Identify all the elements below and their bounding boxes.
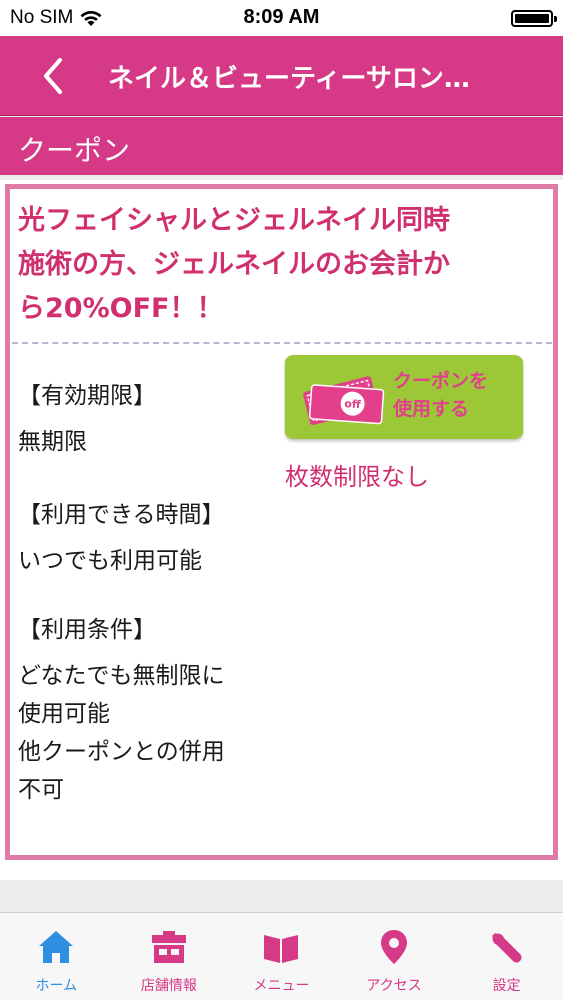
ticket-icon: off	[303, 376, 385, 425]
tab-bar: ホーム 店舗情報 メニュー アクセス 設定	[0, 912, 563, 1000]
conditions-block: 【利用条件】 どなたでも無制限に 使用可能 他クーポンとの併用 不可	[18, 611, 288, 809]
tab-label: アクセス	[366, 978, 422, 994]
nav-bar: ネイル＆ビューティーサロン…	[0, 36, 563, 116]
tab-label: メニュー	[253, 978, 310, 994]
conditions-line: 他クーポンとの併用	[18, 739, 225, 765]
hours-value: いつでも利用可能	[18, 548, 202, 574]
use-coupon-label-line: クーポンを	[393, 370, 489, 392]
conditions-heading: 【利用条件】	[18, 617, 156, 643]
home-icon	[39, 931, 74, 963]
conditions-line: どなたでも無制限に	[18, 663, 225, 689]
status-time: 8:09 AM	[243, 6, 320, 28]
back-button[interactable]	[38, 54, 88, 98]
book-icon	[264, 935, 299, 963]
page-title: ネイル＆ビューティーサロン…	[108, 64, 470, 94]
use-coupon-label: クーポンを 使用する	[393, 367, 518, 423]
hours-heading: 【利用できる時間】	[18, 502, 225, 528]
tab-settings[interactable]: 設定	[450, 913, 563, 1000]
section-header: クーポン	[0, 117, 563, 175]
tab-access[interactable]: アクセス	[338, 913, 451, 1000]
use-coupon-label-line: 使用する	[393, 398, 470, 420]
hours-block: 【利用できる時間】 いつでも利用可能	[18, 496, 288, 580]
coupon-card: 光フェイシャルとジェルネイル同時 施術の方、ジェルネイルのお会計か ら20%OF…	[5, 184, 558, 860]
usage-limit-text: 枚数制限なし	[285, 463, 429, 491]
validity-value: 無期限	[18, 429, 87, 455]
tab-home[interactable]: ホーム	[0, 913, 113, 1000]
battery-icon	[511, 10, 557, 27]
conditions-line: 使用可能	[18, 701, 110, 727]
coupon-card-container: 光フェイシャルとジェルネイル同時 施術の方、ジェルネイルのお会計か ら20%OF…	[0, 180, 563, 880]
tab-shop-info[interactable]: 店舗情報	[113, 913, 226, 1000]
status-bar: No SIM 8:09 AM	[0, 0, 563, 36]
coupon-title-line: ら20%OFF！！	[18, 293, 224, 324]
section-title: クーポン	[18, 134, 131, 167]
tab-label: 店舗情報	[140, 978, 197, 994]
dashed-divider	[12, 342, 552, 344]
conditions-line: 不可	[18, 777, 64, 803]
ticket-badge-text: off	[344, 397, 361, 411]
coupon-title-line: 光フェイシャルとジェルネイル同時	[18, 205, 450, 236]
chevron-left-icon	[44, 58, 62, 94]
validity-heading: 【有効期限】	[18, 383, 156, 409]
wrench-icon	[491, 933, 522, 963]
coupon-title-line: 施術の方、ジェルネイルのお会計か	[18, 249, 450, 280]
coupon-title: 光フェイシャルとジェルネイル同時 施術の方、ジェルネイルのお会計か ら20%OF…	[18, 199, 548, 331]
tab-menu[interactable]: メニュー	[225, 913, 338, 1000]
validity-block: 【有効期限】 無期限	[18, 377, 288, 461]
use-coupon-button[interactable]: off クーポンを 使用する	[285, 355, 523, 439]
shop-icon	[151, 931, 186, 963]
tab-label: 設定	[492, 978, 521, 994]
map-pin-icon	[381, 930, 408, 964]
tab-label: ホーム	[35, 978, 78, 994]
